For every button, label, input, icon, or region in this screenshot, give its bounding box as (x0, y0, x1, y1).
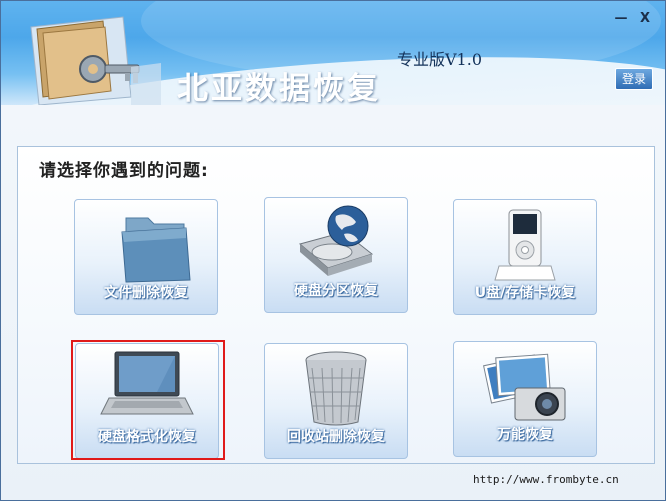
tile-universal-recovery[interactable]: 万能恢复 (453, 341, 597, 457)
tile-usb-card-recovery[interactable]: U盘/存储卡恢复 (453, 199, 597, 315)
edition-label: 专业版V1.0 (397, 50, 483, 69)
tile-label: 硬盘分区恢复 (294, 283, 378, 299)
login-button[interactable]: 登录 (615, 68, 653, 90)
website-link[interactable]: http://www.frombyte.cn (473, 473, 619, 486)
folder-key-logo-icon (30, 16, 161, 105)
minimize-button[interactable]: — (613, 11, 629, 27)
close-button[interactable]: X (637, 11, 653, 27)
tile-label: 回收站删除恢复 (287, 429, 385, 445)
tile-file-delete-recovery[interactable]: 文件删除恢复 (74, 199, 218, 315)
selection-highlight (71, 340, 225, 460)
recycle-bin-icon (305, 351, 367, 426)
app-title: 北亚数据恢复 (177, 71, 381, 105)
header-banner: 北亚数据恢复 专业版V1.0 — X 登录 (1, 1, 665, 105)
tile-label: 文件删除恢复 (104, 285, 188, 301)
tile-recycle-bin-recovery[interactable]: 回收站删除恢复 (264, 343, 408, 459)
app-window: 北亚数据恢复 专业版V1.0 — X 登录 请选择你遇到的问题: 文件删除恢复 … (0, 0, 666, 501)
hard-disk-globe-icon (298, 205, 374, 276)
tile-partition-recovery[interactable]: 硬盘分区恢复 (264, 197, 408, 313)
tile-label: U盘/存储卡恢复 (474, 285, 576, 301)
camera-photos-icon (483, 353, 566, 421)
tile-label: 万能恢复 (497, 427, 553, 443)
usb-player-icon (494, 209, 556, 281)
folder-icon (121, 217, 191, 283)
prompt-heading: 请选择你遇到的问题: (39, 161, 209, 181)
